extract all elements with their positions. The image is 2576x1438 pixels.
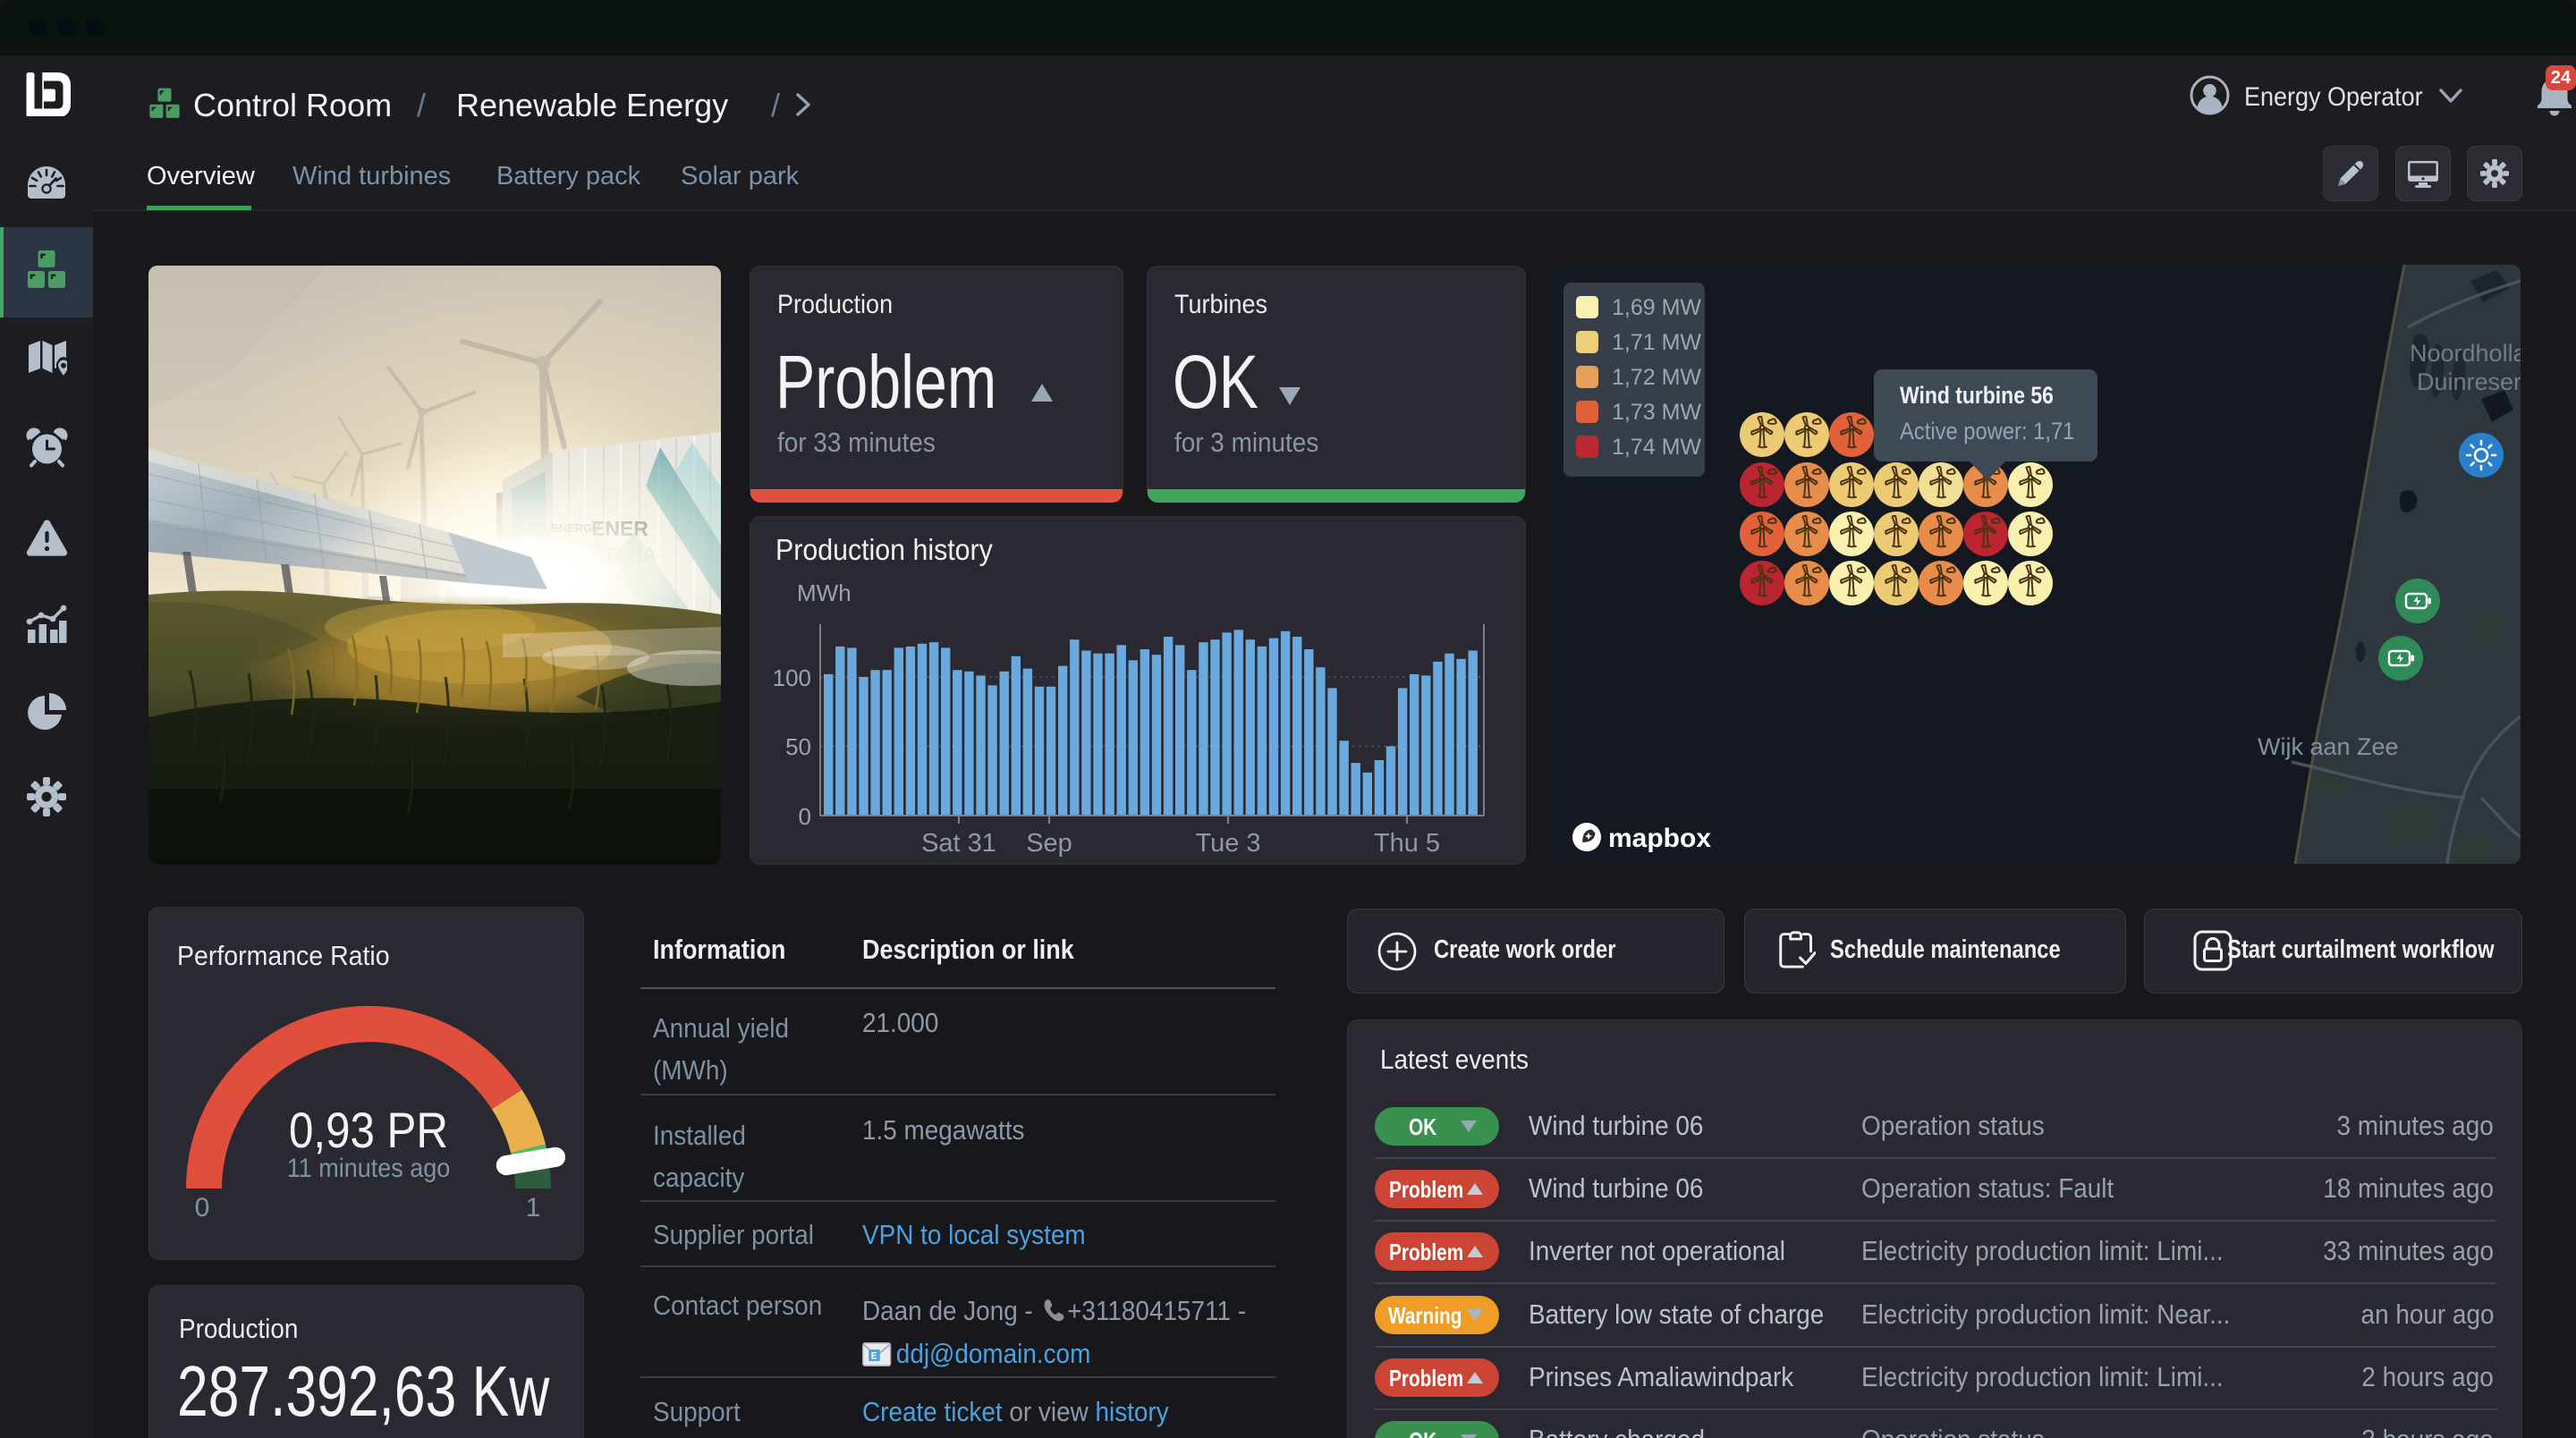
svg-text:E: E xyxy=(871,1351,877,1362)
svg-text:Active power: 1,71: Active power: 1,71 xyxy=(1900,419,2074,445)
svg-text:1: 1 xyxy=(526,1193,541,1222)
svg-text:Tue 3: Tue 3 xyxy=(1195,829,1260,858)
svg-text:Production history: Production history xyxy=(775,533,993,566)
svg-text:100: 100 xyxy=(773,664,811,691)
svg-text:Wijk aan Zee: Wijk aan Zee xyxy=(2258,733,2399,760)
svg-text:Duinreserva: Duinreserva xyxy=(2417,368,2521,395)
svg-text:Sep: Sep xyxy=(1026,829,1072,858)
svg-text:Wind turbine 56: Wind turbine 56 xyxy=(1900,382,2054,409)
svg-text:0,93 PR: 0,93 PR xyxy=(289,1103,448,1159)
svg-text:Thu 5: Thu 5 xyxy=(1374,829,1440,858)
svg-text:1,72 MW: 1,72 MW xyxy=(1612,365,1701,390)
svg-text:0: 0 xyxy=(195,1193,210,1222)
svg-text:1,69 MW: 1,69 MW xyxy=(1612,295,1701,320)
svg-text:1,74 MW: 1,74 MW xyxy=(1612,435,1701,460)
svg-text:Performance Ratio: Performance Ratio xyxy=(177,941,390,971)
svg-text:11 minutes ago: 11 minutes ago xyxy=(287,1154,450,1184)
svg-text:Sat 31: Sat 31 xyxy=(921,829,996,858)
svg-text:1,71 MW: 1,71 MW xyxy=(1612,330,1701,355)
svg-text:50: 50 xyxy=(785,733,811,760)
svg-text:MWh: MWh xyxy=(797,579,852,606)
svg-text:mapbox: mapbox xyxy=(1608,824,1711,853)
svg-text:Noordholla: Noordholla xyxy=(2410,340,2521,367)
svg-text:1,73 MW: 1,73 MW xyxy=(1612,400,1701,425)
svg-text:0: 0 xyxy=(799,803,811,830)
